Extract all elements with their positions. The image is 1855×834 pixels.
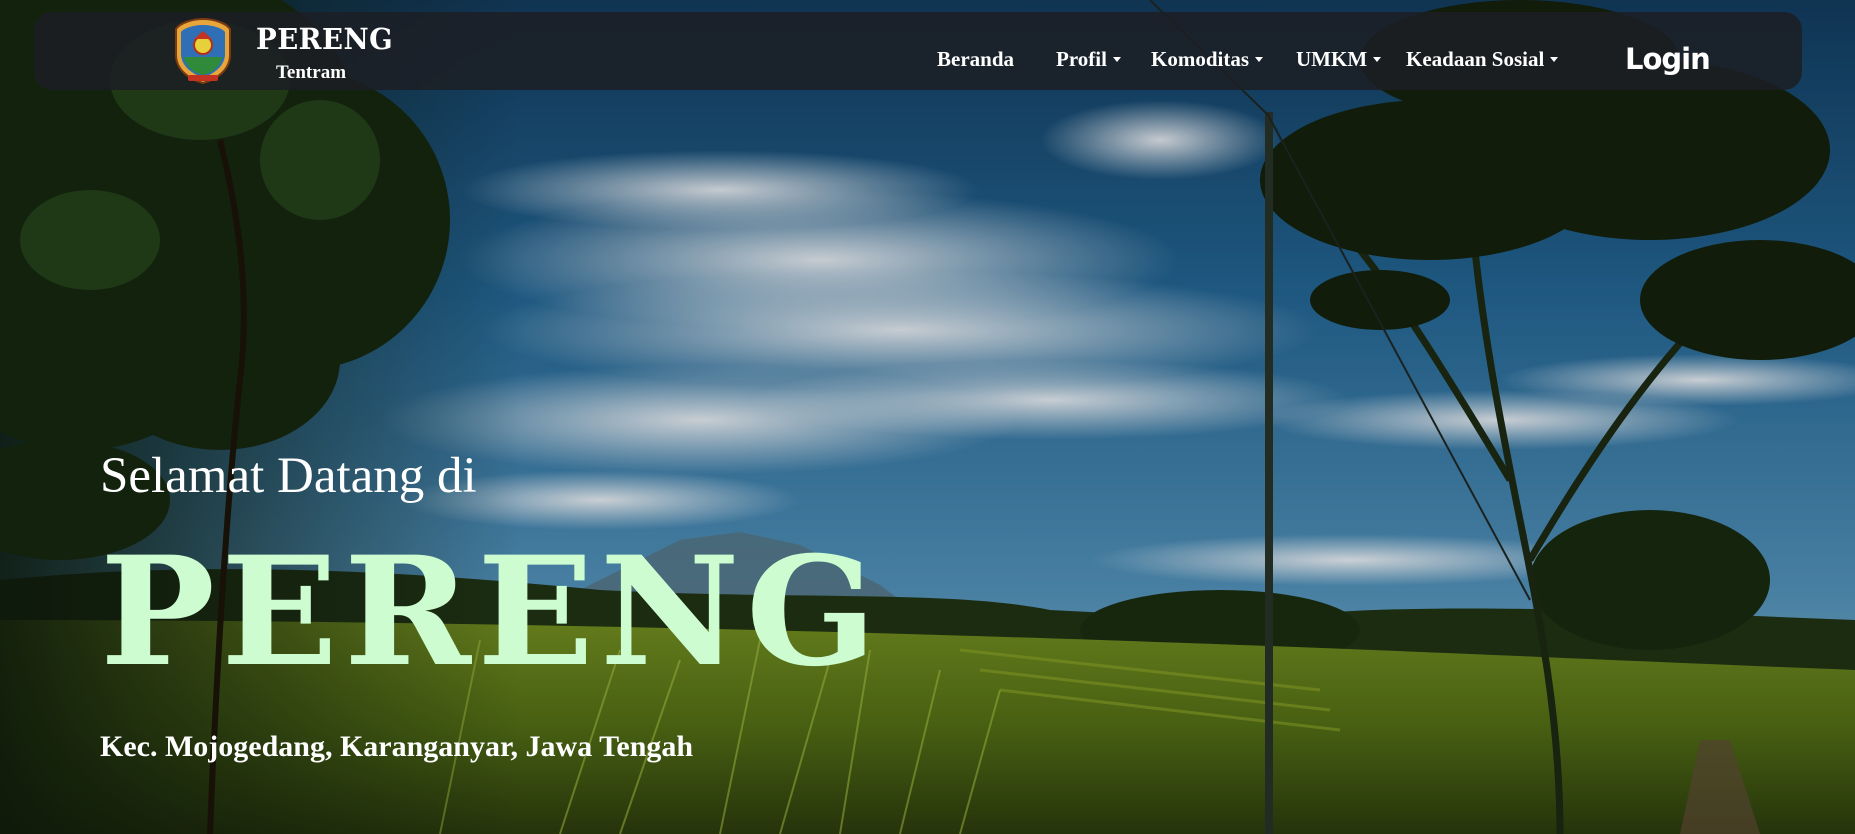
caret-down-icon: [1112, 56, 1121, 62]
top-navbar: PERENG Tentram Beranda Profil Komoditas …: [34, 12, 1802, 90]
nav-item-profil[interactable]: Profil: [1056, 49, 1121, 70]
nav-item-label: Profil: [1056, 47, 1107, 71]
login-button[interactable]: Login: [1625, 45, 1711, 74]
regency-crest-icon: [175, 17, 231, 85]
nav-item-label: Beranda: [937, 47, 1015, 71]
hero-location: Kec. Mojogedang, Karanganyar, Jawa Tenga…: [100, 730, 694, 763]
hero-section: PERENG Tentram Beranda Profil Komoditas …: [0, 0, 1855, 834]
caret-down-icon: [1373, 56, 1382, 62]
nav-item-umkm[interactable]: UMKM: [1296, 47, 1382, 71]
nav-item-komoditas[interactable]: Komoditas: [1151, 47, 1264, 71]
brand-subtitle: Tentram: [276, 62, 347, 83]
caret-down-icon: [1550, 56, 1559, 62]
nav-item-beranda[interactable]: Beranda: [937, 49, 1014, 70]
nav-item-label: Komoditas: [1151, 47, 1250, 71]
caret-down-icon: [1255, 56, 1264, 62]
welcome-heading: Selamat Datang di: [100, 448, 477, 504]
nav-item-label: UMKM: [1296, 47, 1368, 71]
brand-title: PERENG: [256, 22, 394, 56]
nav-item-keadaan-sosial[interactable]: Keadaan Sosial: [1406, 47, 1559, 71]
hero-overlay: [0, 0, 1855, 834]
hero-title: PERENG: [100, 524, 883, 700]
nav-item-label: Keadaan Sosial: [1406, 47, 1545, 71]
